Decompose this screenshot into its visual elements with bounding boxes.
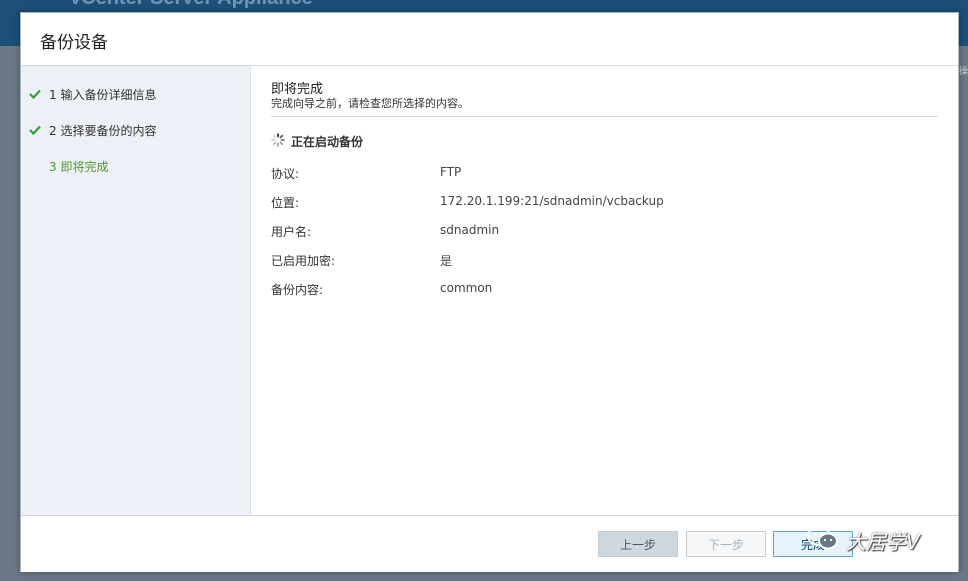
watermark-text: 大居学V <box>846 529 920 554</box>
step-label: 3 即将完成 <box>49 159 109 174</box>
dialog-title: 备份设备 <box>40 33 108 53</box>
row-key: 已启用加密: <box>271 254 336 268</box>
row-value: 172.20.1.199:21/sdnadmin/vcbackup <box>440 194 664 208</box>
background-partial-text: 操 <box>958 67 968 77</box>
summary-row-location: 位置: 172.20.1.199:21/sdnadmin/vcbackup <box>271 194 931 212</box>
loading-spinner-icon <box>271 132 285 151</box>
step-item-select-content[interactable]: 2 选择要备份的内容 <box>21 120 250 140</box>
wechat-icon <box>806 524 840 556</box>
backup-dialog: 备份设备 1 输入备份详细信息 2 选择要备份的内容 3 即将完成 即将完成 完… <box>20 12 959 572</box>
summary-row-username: 用户名: sdnadmin <box>271 223 931 241</box>
step-item-ready-to-complete[interactable]: 3 即将完成 <box>21 156 250 176</box>
step-label: 2 选择要备份的内容 <box>49 123 157 138</box>
row-key: 协议: <box>271 167 300 181</box>
summary-panel: 即将完成 完成向导之前，请检查您所选择的内容。 正在启动备份 协议: FTP 位… <box>251 66 958 515</box>
row-key: 备份内容: <box>271 283 324 297</box>
next-button[interactable]: 下一步 <box>686 531 766 557</box>
dialog-header: 备份设备 <box>21 13 958 66</box>
status-text: 正在启动备份 <box>291 134 364 149</box>
summary-row-encryption: 已启用加密: 是 <box>271 252 931 270</box>
backup-status: 正在启动备份 <box>271 132 363 150</box>
checkmark-icon <box>21 89 49 99</box>
row-value: common <box>440 281 493 295</box>
row-key: 位置: <box>271 196 300 210</box>
summary-row-protocol: 协议: FTP <box>271 165 931 183</box>
section-subtitle: 完成向导之前，请检查您所选择的内容。 <box>271 97 469 110</box>
row-value: 是 <box>440 254 453 268</box>
watermark: 大居学V <box>806 520 920 560</box>
step-label: 1 输入备份详细信息 <box>49 87 157 102</box>
row-value: sdnadmin <box>440 223 500 237</box>
checkmark-icon <box>21 125 49 135</box>
row-key: 用户名: <box>271 225 312 239</box>
wizard-steps-sidebar: 1 输入备份详细信息 2 选择要备份的内容 3 即将完成 <box>21 66 251 515</box>
app-title: vCenter Server Appliance <box>70 0 313 10</box>
back-button[interactable]: 上一步 <box>598 531 678 557</box>
step-item-input-details[interactable]: 1 输入备份详细信息 <box>21 84 250 104</box>
summary-row-backup-content: 备份内容: common <box>271 281 931 299</box>
divider <box>271 116 938 117</box>
row-value: FTP <box>440 165 462 179</box>
